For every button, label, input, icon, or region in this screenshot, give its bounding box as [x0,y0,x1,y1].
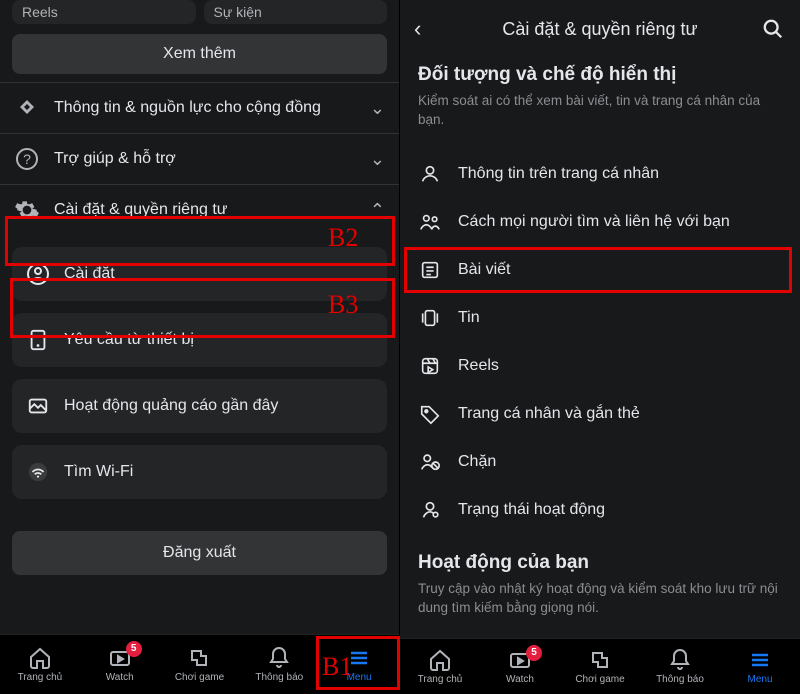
chevron-down-icon: ⌄ [370,149,385,170]
section-audience: Đối tượng và chế độ hiển thị Kiểm soát a… [400,60,800,150]
card-label: Cài đặt [64,265,115,283]
bell-icon [668,648,692,672]
help-icon: ? [14,146,40,172]
item-find-contact[interactable]: Cách mọi người tìm và liên hệ với bạn [400,198,800,246]
chevron-down-icon: ⌄ [370,98,385,119]
menu-icon [347,646,371,670]
tab-label: Watch [506,674,534,685]
logout-button[interactable]: Đăng xuất [12,531,387,575]
card-device-requests[interactable]: Yêu cầu từ thiết bị [12,313,387,367]
card-settings[interactable]: Cài đặt [12,247,387,301]
row-community[interactable]: Thông tin & nguồn lực cho cộng đồng ⌄ [0,82,399,133]
menu-icon [748,648,772,672]
chip-events[interactable]: Sự kiện [204,0,388,24]
item-label: Reels [458,357,499,375]
stories-icon [418,306,442,330]
bottom-nav-right: Trang chủ 5 Watch Chơi game Thông báo Me… [400,638,800,694]
row-help[interactable]: ? Trợ giúp & hỗ trợ ⌄ [0,133,399,184]
settings-subgroup: Cài đặt Yêu cầu từ thiết bị Hoạt động qu… [0,235,399,509]
tab-label: Chơi game [175,672,224,683]
tab-label: Menu [747,674,772,685]
item-label: Bài viết [458,261,510,279]
image-icon [26,394,50,418]
badge-count: 5 [126,641,142,657]
tab-home[interactable]: Trang chủ [0,635,80,694]
item-label: Trang cá nhân và gắn thẻ [458,405,640,423]
card-label: Yêu cầu từ thiết bị [64,331,194,349]
item-label: Tin [458,309,480,327]
person-circle-icon [26,262,50,286]
search-icon[interactable] [762,18,786,40]
item-profile-tagging[interactable]: Trang cá nhân và gắn thẻ [400,390,800,438]
right-header: ‹ Cài đặt & quyền riêng tư [400,0,800,60]
tab-home[interactable]: Trang chủ [400,639,480,694]
row-settings-privacy[interactable]: Cài đặt & quyền riêng tư ⌃ [0,184,399,235]
home-icon [28,646,52,670]
back-icon[interactable]: ‹ [414,16,438,42]
reels-icon [418,354,442,378]
row-label: Trợ giúp & hỗ trợ [54,149,356,170]
tab-label: Thông báo [255,672,303,683]
svg-text:?: ? [23,151,31,167]
tag-icon [418,402,442,426]
tab-gaming[interactable]: Chơi game [560,639,640,694]
tab-notifications[interactable]: Thông báo [239,635,319,694]
tab-label: Chơi game [575,674,624,685]
page-title: Cài đặt & quyền riêng tư [438,19,762,40]
post-icon [418,258,442,282]
item-profile-info[interactable]: Thông tin trên trang cá nhân [400,150,800,198]
tab-gaming[interactable]: Chơi game [160,635,240,694]
item-posts[interactable]: Bài viết [400,246,800,294]
item-block[interactable]: Chặn [400,438,800,486]
gaming-icon [588,648,612,672]
item-reels[interactable]: Reels [400,342,800,390]
bell-icon [267,646,291,670]
tab-menu[interactable]: Menu [319,635,399,694]
tab-label: Trang chủ [18,672,63,683]
gaming-icon [187,646,211,670]
tab-label: Watch [106,672,134,683]
tab-notifications[interactable]: Thông báo [640,639,720,694]
tab-menu[interactable]: Menu [720,639,800,694]
tab-label: Trang chủ [418,674,463,685]
item-stories[interactable]: Tin [400,294,800,342]
section-desc: Kiểm soát ai có thể xem bài viết, tin và… [418,92,782,130]
item-label: Thông tin trên trang cá nhân [458,165,659,183]
person-card-icon [418,162,442,186]
bottom-nav-left: Trang chủ 5 Watch Chơi game Thông báo Me… [0,634,399,694]
item-label: Chặn [458,453,496,471]
tab-label: Menu [347,672,372,683]
card-wifi[interactable]: Tìm Wi-Fi [12,445,387,499]
handshake-icon [14,95,40,121]
item-label: Cách mọi người tìm và liên hệ với bạn [458,213,730,231]
tab-label: Thông báo [656,674,704,685]
row-label: Cài đặt & quyền riêng tư [54,200,356,221]
section-desc: Truy cập vào nhật ký hoạt động và kiểm s… [418,580,782,618]
gear-icon [14,197,40,223]
tab-watch[interactable]: 5 Watch [80,635,160,694]
card-label: Hoạt động quảng cáo gần đây [64,397,278,415]
section-activity: Hoạt động của bạn Truy cập vào nhật ký h… [400,548,800,638]
section-title: Hoạt động của bạn [418,552,782,574]
badge-count: 5 [526,645,542,661]
wifi-icon [26,460,50,484]
tab-watch[interactable]: 5 Watch [480,639,560,694]
block-icon [418,450,442,474]
card-ad-activity[interactable]: Hoạt động quảng cáo gần đây [12,379,387,433]
item-active-status[interactable]: Trạng thái hoạt động [400,486,800,534]
screen-settings-privacy: ‹ Cài đặt & quyền riêng tư Đối tượng và … [400,0,800,694]
section-title: Đối tượng và chế độ hiển thị [418,64,782,86]
see-more-button[interactable]: Xem thêm [12,34,387,74]
chevron-up-icon: ⌃ [370,200,385,221]
card-label: Tìm Wi-Fi [64,463,133,481]
device-icon [26,328,50,352]
row-label: Thông tin & nguồn lực cho cộng đồng [54,98,356,119]
screen-menu: Reels Sự kiện Xem thêm Thông tin & nguồn… [0,0,400,694]
item-label: Trạng thái hoạt động [458,501,605,519]
active-status-icon [418,498,442,522]
people-icon [418,210,442,234]
chip-reels[interactable]: Reels [12,0,196,24]
home-icon [428,648,452,672]
shortcut-chips: Reels Sự kiện [0,0,399,26]
